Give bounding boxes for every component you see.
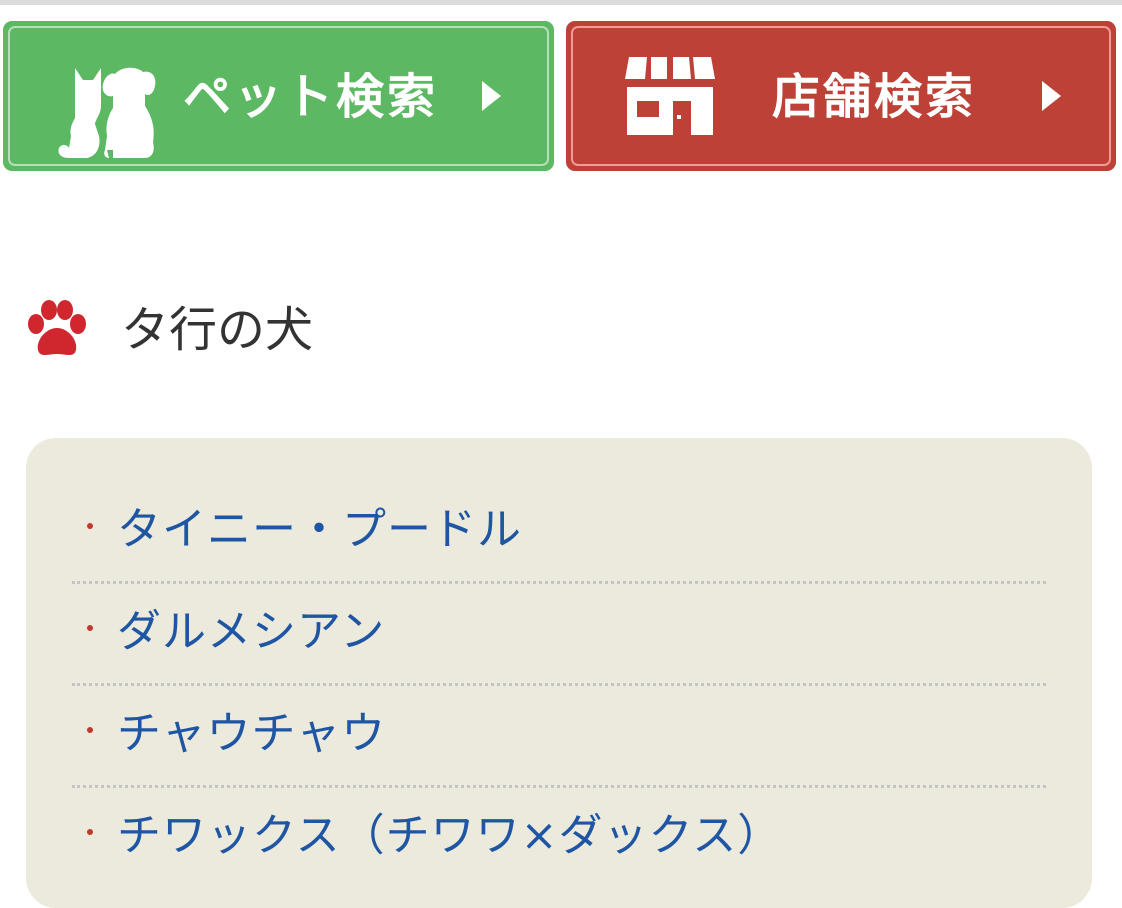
list-item: チワックス（チワワ×ダックス） bbox=[72, 788, 1046, 890]
bullet-icon bbox=[87, 523, 93, 529]
breed-list: タイニー・プードル ダルメシアン チャウチャウ チワックス（チワワ×ダックス） bbox=[72, 482, 1046, 890]
breed-list-panel: タイニー・プードル ダルメシアン チャウチャウ チワックス（チワワ×ダックス） bbox=[26, 438, 1092, 908]
pet-search-button[interactable]: ペット検索 bbox=[3, 21, 554, 171]
breed-link-chiweenie[interactable]: チワックス（チワワ×ダックス） bbox=[117, 808, 782, 864]
pet-search-arrow-icon bbox=[482, 81, 501, 111]
bullet-icon bbox=[87, 727, 93, 733]
shop-icon bbox=[625, 57, 715, 135]
shop-search-label: 店舗検索 bbox=[772, 69, 977, 125]
shop-search-arrow-icon bbox=[1042, 81, 1061, 111]
shop-search-button[interactable]: 店舗検索 bbox=[566, 21, 1116, 171]
list-item: チャウチャウ bbox=[72, 686, 1046, 788]
list-item: タイニー・プードル bbox=[72, 482, 1046, 584]
breed-link-dalmatian[interactable]: ダルメシアン bbox=[117, 604, 385, 660]
breed-link-chow-chow[interactable]: チャウチャウ bbox=[117, 706, 386, 762]
pet-search-label: ペット検索 bbox=[183, 69, 439, 125]
bullet-icon bbox=[87, 625, 93, 631]
paw-icon bbox=[28, 300, 86, 355]
top-divider bbox=[0, 0, 1122, 5]
bullet-icon bbox=[87, 829, 93, 835]
breed-link-tiny-poodle[interactable]: タイニー・プードル bbox=[117, 502, 522, 558]
dog-cat-icon bbox=[58, 67, 156, 158]
list-item: ダルメシアン bbox=[72, 584, 1046, 686]
section-title: タ行の犬 bbox=[121, 302, 314, 358]
